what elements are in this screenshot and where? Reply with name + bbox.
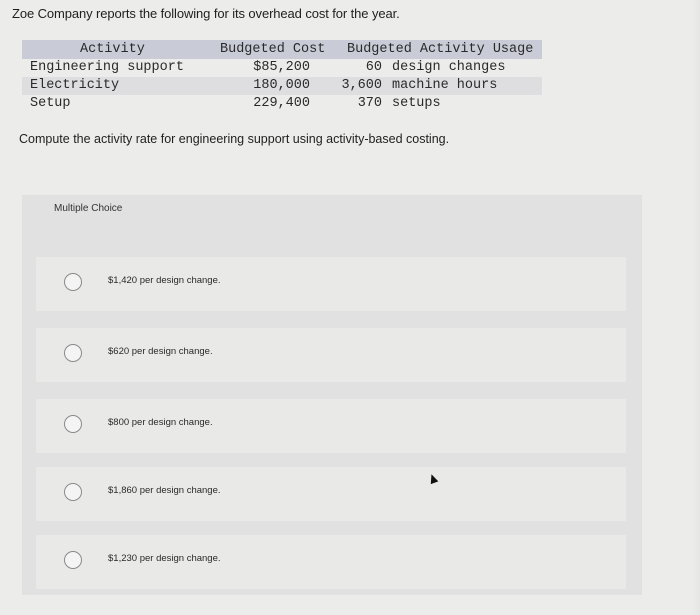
- answer-option-text: $1,230 per design change.: [108, 553, 221, 564]
- multiple-choice-panel: Multiple Choice $1,420 per design change…: [22, 195, 642, 595]
- table-row: Electricity 180,000 3,600 machine hours: [22, 77, 542, 95]
- radio-button-icon[interactable]: [64, 344, 82, 362]
- answer-option[interactable]: $1,860 per design change.: [36, 467, 626, 521]
- activity-quantity: 60: [365, 60, 382, 75]
- answer-option-text: $620 per design change.: [108, 346, 213, 357]
- answer-option-text: $1,420 per design change.: [108, 275, 221, 286]
- activity-unit: design changes: [392, 60, 506, 75]
- radio-button-icon[interactable]: [64, 273, 82, 291]
- activity-unit: setups: [392, 96, 441, 111]
- table-row: Setup 229,400 370 setups: [22, 95, 542, 113]
- activity-unit: machine hours: [392, 78, 498, 93]
- activity-name: Electricity: [30, 78, 120, 93]
- activity-name: Setup: [30, 96, 71, 111]
- budgeted-cost: $85,200: [253, 60, 310, 75]
- multiple-choice-label: Multiple Choice: [54, 203, 123, 214]
- table-row: Engineering support $85,200 60 design ch…: [22, 59, 542, 77]
- header-budgeted-cost: Budgeted Cost: [220, 42, 326, 57]
- radio-button-icon[interactable]: [64, 551, 82, 569]
- answer-option[interactable]: $1,230 per design change.: [36, 535, 626, 589]
- budgeted-cost: 229,400: [253, 96, 310, 111]
- budgeted-cost: 180,000: [253, 78, 310, 93]
- radio-button-icon[interactable]: [64, 483, 82, 501]
- answer-option[interactable]: $620 per design change.: [36, 328, 626, 382]
- activity-quantity: 3,600: [341, 78, 382, 93]
- answer-option-text: $800 per design change.: [108, 417, 213, 428]
- radio-button-icon[interactable]: [64, 415, 82, 433]
- question-prompt: Compute the activity rate for engineerin…: [19, 132, 450, 146]
- screen-edge: [692, 0, 700, 615]
- header-budgeted-activity-usage: Budgeted Activity Usage: [347, 42, 534, 57]
- question-intro: Zoe Company reports the following for it…: [12, 6, 400, 21]
- answer-option[interactable]: $1,420 per design change.: [36, 257, 626, 311]
- answer-option-text: $1,860 per design change.: [108, 485, 221, 496]
- header-activity: Activity: [80, 42, 145, 57]
- answer-option[interactable]: $800 per design change.: [36, 399, 626, 453]
- activity-quantity: 370: [357, 96, 382, 111]
- activity-name: Engineering support: [30, 60, 184, 75]
- overhead-cost-table: Activity Budgeted Cost Budgeted Activity…: [22, 40, 542, 113]
- table-header-row: Activity Budgeted Cost Budgeted Activity…: [22, 40, 542, 59]
